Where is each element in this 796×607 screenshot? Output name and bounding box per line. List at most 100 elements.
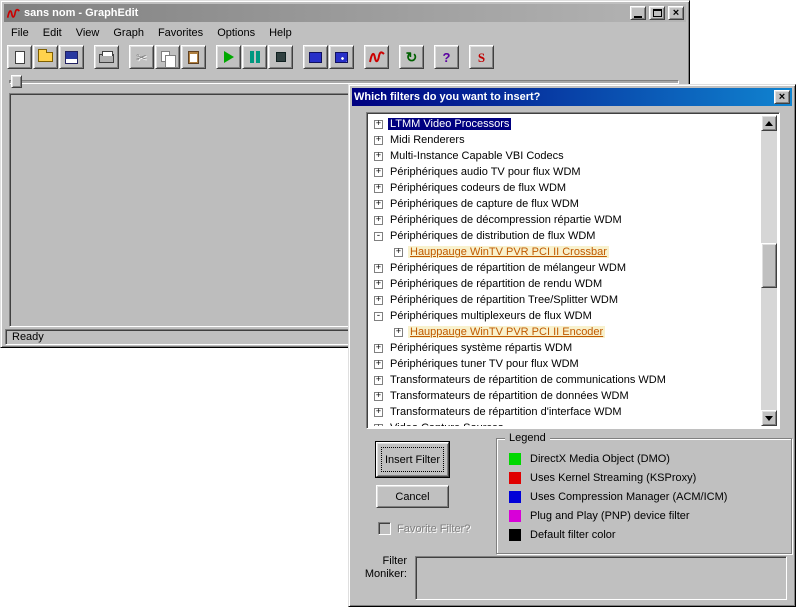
expand-icon[interactable]: + bbox=[374, 168, 383, 177]
close-button[interactable]: × bbox=[668, 6, 684, 20]
expand-icon[interactable]: + bbox=[374, 136, 383, 145]
collapse-icon[interactable]: - bbox=[374, 232, 383, 241]
tree-item-label: Multi-Instance Capable VBI Codecs bbox=[388, 150, 566, 162]
cancel-button[interactable]: Cancel bbox=[376, 485, 449, 508]
insert-filter-button[interactable]: Insert Filter bbox=[376, 442, 449, 477]
refresh-button[interactable]: ↻ bbox=[399, 45, 424, 69]
filter-moniker-label: Filter Moniker: bbox=[359, 555, 407, 581]
dialog-close-button[interactable]: × bbox=[774, 90, 790, 104]
legend-label: Uses Compression Manager (ACM/ICM) bbox=[530, 491, 727, 503]
tree-item[interactable]: +Video Capture Sources bbox=[369, 420, 761, 426]
expand-icon[interactable]: + bbox=[374, 392, 383, 401]
dialog-title-bar[interactable]: Which filters do you want to insert? × bbox=[352, 88, 792, 106]
pause-button[interactable] bbox=[242, 45, 267, 69]
expand-icon[interactable]: + bbox=[394, 248, 403, 257]
favorite-filter-label: Favorite Filter? bbox=[397, 523, 470, 535]
print-button[interactable] bbox=[94, 45, 119, 69]
tree-item[interactable]: +Périphériques de capture de flux WDM bbox=[369, 196, 761, 212]
tree-item[interactable]: + Transformateurs de répartition de commu… bbox=[369, 372, 761, 388]
menu-favorites[interactable]: Favorites bbox=[151, 25, 210, 41]
toolbar: ✂ ↻? S bbox=[7, 43, 686, 71]
squiggle-icon bbox=[368, 50, 386, 64]
expand-icon[interactable]: + bbox=[374, 296, 383, 305]
paste-button[interactable] bbox=[181, 45, 206, 69]
tree-item[interactable]: + Multi-Instance Capable VBI Codecs bbox=[369, 148, 761, 164]
help-button[interactable]: ? bbox=[434, 45, 459, 69]
filter-moniker-field[interactable] bbox=[415, 556, 787, 600]
legend-item: Plug and Play (PNP) device filter bbox=[509, 506, 785, 525]
filter-moniker-label-line1: Filter bbox=[359, 555, 407, 568]
new-button[interactable] bbox=[7, 45, 32, 69]
stats-button[interactable]: S bbox=[469, 45, 494, 69]
expand-icon[interactable]: + bbox=[374, 120, 383, 129]
tree-item-label: Périphériques de répartition de mélangeu… bbox=[388, 262, 628, 274]
tree-item[interactable]: +Périphériques de répartition de rendu W… bbox=[369, 276, 761, 292]
play-icon bbox=[224, 51, 234, 63]
stop-button[interactable] bbox=[268, 45, 293, 69]
cut-button[interactable]: ✂ bbox=[129, 45, 154, 69]
play-button[interactable] bbox=[216, 45, 241, 69]
expand-icon[interactable]: + bbox=[374, 360, 383, 369]
copy-button[interactable] bbox=[155, 45, 180, 69]
minimize-icon bbox=[634, 16, 642, 18]
tree-item[interactable]: +Périphériques de décompression répartie… bbox=[369, 212, 761, 228]
tree-item[interactable]: -Périphériques multiplexeurs de flux WDM bbox=[369, 308, 761, 324]
scrollbar[interactable] bbox=[761, 115, 777, 426]
tree-item-label: Hauppauge WinTV PVR PCI II Encoder bbox=[408, 326, 605, 338]
save-button[interactable] bbox=[59, 45, 84, 69]
tree-item[interactable]: +Hauppauge WinTV PVR PCI II Crossbar bbox=[369, 244, 761, 260]
expand-icon[interactable]: + bbox=[374, 424, 383, 427]
tree-item-label: Transformateurs de répartition de commun… bbox=[388, 374, 668, 386]
graphedit-logo-button[interactable] bbox=[364, 45, 389, 69]
open-button[interactable] bbox=[33, 45, 58, 69]
expand-icon[interactable]: + bbox=[374, 344, 383, 353]
expand-icon[interactable]: + bbox=[374, 200, 383, 209]
favorite-filter-checkbox[interactable]: Favorite Filter? bbox=[378, 522, 470, 535]
title-bar[interactable]: sans nom - GraphEdit × bbox=[4, 4, 686, 22]
tree-item[interactable]: +Midi Renderers bbox=[369, 132, 761, 148]
expand-icon[interactable]: + bbox=[374, 184, 383, 193]
scroll-up-button[interactable] bbox=[761, 115, 777, 131]
tree-item[interactable]: +Périphériques de répartition Tree/Split… bbox=[369, 292, 761, 308]
tree-item[interactable]: +Périphériques tuner TV pour flux WDM bbox=[369, 356, 761, 372]
menu-help[interactable]: Help bbox=[262, 25, 299, 41]
tree-item[interactable]: -Périphériques de distribution de flux W… bbox=[369, 228, 761, 244]
tree-item[interactable]: + Périphériques de répartition de mélange… bbox=[369, 260, 761, 276]
menu-edit[interactable]: Edit bbox=[36, 25, 69, 41]
tree-item-label: LTMM Video Processors bbox=[388, 118, 511, 130]
scrollbar-thumb[interactable] bbox=[761, 243, 777, 288]
menu-file[interactable]: File bbox=[4, 25, 36, 41]
tree-item[interactable]: + LTMM Video Processors bbox=[369, 116, 761, 132]
expand-icon[interactable]: + bbox=[374, 264, 383, 273]
collapse-icon[interactable]: - bbox=[374, 312, 383, 321]
menu-graph[interactable]: Graph bbox=[106, 25, 151, 41]
tree-item[interactable]: +Transformateurs de répartition de donné… bbox=[369, 388, 761, 404]
menu-view[interactable]: View bbox=[69, 25, 107, 41]
tree-item[interactable]: +Transformateurs de répartition d'interf… bbox=[369, 404, 761, 420]
filter-pins-icon bbox=[335, 52, 348, 63]
minimize-button[interactable] bbox=[630, 6, 646, 20]
maximize-button[interactable] bbox=[649, 6, 665, 20]
expand-icon[interactable]: + bbox=[374, 376, 383, 385]
tree-item[interactable]: + Périphériques codeurs de flux WDM bbox=[369, 180, 761, 196]
stop-icon bbox=[276, 52, 286, 62]
tree-item[interactable]: + Hauppauge WinTV PVR PCI II Encoder bbox=[369, 324, 761, 340]
expand-icon[interactable]: + bbox=[374, 152, 383, 161]
seek-thumb[interactable] bbox=[11, 75, 22, 88]
maximize-icon bbox=[653, 9, 662, 17]
tree-item[interactable]: +Périphériques système répartis WDM bbox=[369, 340, 761, 356]
legend-label: Default filter color bbox=[530, 529, 616, 541]
tree-item-label: Périphériques codeurs de flux WDM bbox=[388, 182, 568, 194]
expand-icon[interactable]: + bbox=[374, 216, 383, 225]
menu-options[interactable]: Options bbox=[210, 25, 262, 41]
scroll-down-button[interactable] bbox=[761, 410, 777, 426]
tree-item[interactable]: +Périphériques audio TV pour flux WDM bbox=[369, 164, 761, 180]
connect-pins-button[interactable] bbox=[329, 45, 354, 69]
s-letter-icon: S bbox=[478, 51, 485, 64]
expand-icon[interactable]: + bbox=[374, 280, 383, 289]
checkbox-icon[interactable] bbox=[378, 522, 391, 535]
insert-filter-toolbar-button[interactable] bbox=[303, 45, 328, 69]
legend-item: DirectX Media Object (DMO) bbox=[509, 449, 785, 468]
expand-icon[interactable]: + bbox=[374, 408, 383, 417]
expand-icon[interactable]: + bbox=[394, 328, 403, 337]
